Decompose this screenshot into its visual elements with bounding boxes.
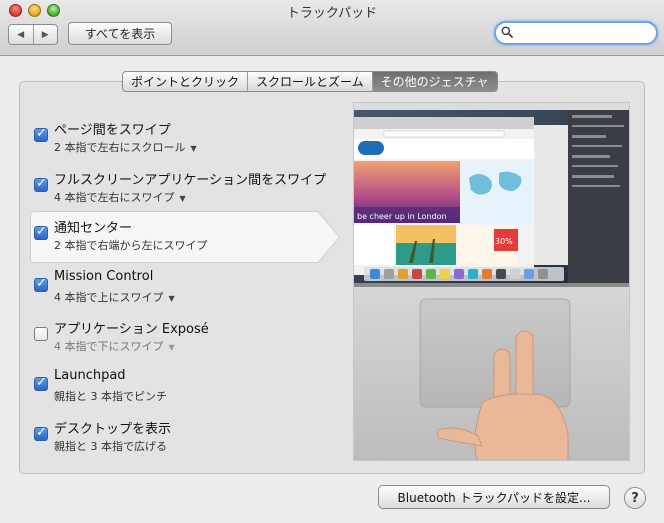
gesture-option-dropdown[interactable]: 4 本指で上にスワイプ ▼ xyxy=(54,289,175,305)
gesture-row-swipe-full-screen-apps[interactable]: フルスクリーンアプリケーション間をスワイプ 4 本指で左右にスワイプ▼ xyxy=(30,163,340,213)
navigation-buttons: ◀ ▶ xyxy=(8,24,58,45)
bluetooth-trackpad-setup-button[interactable]: Bluetooth トラックパッドを設定... xyxy=(378,485,610,509)
gesture-row-mission-control[interactable]: Mission Control 4 本指で上にスワイプ▼ xyxy=(30,263,340,313)
gesture-row-app-expose[interactable]: アプリケーション Exposé 4 本指で下にスワイプ ▼ xyxy=(30,312,340,362)
dropdown-arrow-icon: ▼ xyxy=(168,294,175,303)
forward-arrow-icon: ▶ xyxy=(41,29,49,40)
window-toolbar: トラックパッド ◀ ▶ すべてを表示 xyxy=(0,0,664,56)
gesture-preview: be cheer up in London 30% xyxy=(353,102,630,461)
help-icon: ? xyxy=(631,490,639,506)
checkbox-show-desktop[interactable] xyxy=(34,425,48,441)
checkbox-app-expose[interactable] xyxy=(34,327,48,341)
forward-button[interactable]: ▶ xyxy=(32,25,58,44)
gesture-row-launchpad[interactable]: Launchpad 親指と 3 本指でピンチ xyxy=(30,362,340,412)
gesture-title: フルスクリーンアプリケーション間をスワイプ xyxy=(54,173,327,188)
gesture-title: 通知センター xyxy=(54,221,133,236)
tab-scroll-and-zoom[interactable]: スクロールとズーム xyxy=(247,72,372,91)
gesture-row-notification-center[interactable]: 通知センター 2 本指で右端から左にスワイプ xyxy=(30,211,340,263)
tab-point-and-click[interactable]: ポイントとクリック xyxy=(123,72,247,91)
preview-ad-text: 30% xyxy=(495,237,513,246)
help-button[interactable]: ? xyxy=(624,487,646,509)
dropdown-arrow-icon: ▼ xyxy=(190,144,197,153)
search-input[interactable] xyxy=(516,24,652,42)
gesture-title: アプリケーション Exposé xyxy=(54,322,209,337)
gesture-option-dropdown[interactable]: 2 本指で左右にスクロール ▼ xyxy=(54,139,197,155)
search-icon xyxy=(501,26,513,38)
gesture-row-swipe-between-pages[interactable]: ページ間をスワイプ 2 本指で左右にスクロール▼ xyxy=(30,113,340,163)
gesture-title: デスクトップを表示 xyxy=(54,422,172,437)
gesture-title: Launchpad xyxy=(54,368,126,383)
gesture-title: Mission Control xyxy=(54,269,154,284)
checkbox-notification-center[interactable] xyxy=(34,224,48,240)
gesture-option-dropdown[interactable]: 4 本指で下にスワイプ ▼ xyxy=(54,338,175,354)
checkbox-swipe-full-screen-apps[interactable] xyxy=(34,176,48,192)
gesture-description: 2 本指で右端から左にスワイプ xyxy=(54,239,208,252)
search-field[interactable] xyxy=(494,21,658,45)
back-arrow-icon: ◀ xyxy=(17,29,25,40)
tab-bar: ポイントとクリック スクロールとズーム その他のジェスチャ xyxy=(122,71,498,92)
checkbox-swipe-between-pages[interactable] xyxy=(34,126,48,142)
gesture-description: 親指と 3 本指でピンチ xyxy=(54,390,167,403)
gesture-description: 親指と 3 本指で広げる xyxy=(54,440,167,453)
tab-more-gestures[interactable]: その他のジェスチャ xyxy=(371,72,497,91)
window-title: トラックパッド xyxy=(286,6,378,21)
show-all-button[interactable]: すべてを表示 xyxy=(68,22,172,45)
gesture-preview-illustration: be cheer up in London 30% xyxy=(354,103,629,460)
checkbox-mission-control[interactable] xyxy=(34,276,48,292)
gesture-row-show-desktop[interactable]: デスクトップを表示 親指と 3 本指で広げる xyxy=(30,412,340,462)
dropdown-arrow-icon: ▼ xyxy=(179,194,186,203)
gesture-option-dropdown[interactable]: 4 本指で左右にスワイプ ▼ xyxy=(54,189,186,205)
checkbox-launchpad[interactable] xyxy=(34,375,48,391)
dropdown-arrow-icon: ▼ xyxy=(168,343,175,352)
preview-headline: be cheer up in London xyxy=(357,212,447,221)
gesture-title: ページ間をスワイプ xyxy=(54,123,171,138)
back-button[interactable]: ◀ xyxy=(9,25,33,44)
